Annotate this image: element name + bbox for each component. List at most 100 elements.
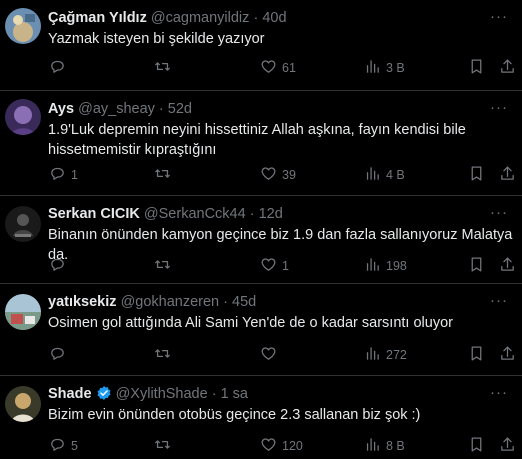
bookmark-button[interactable] — [468, 436, 485, 456]
retweet-button[interactable] — [154, 165, 176, 185]
like-icon — [260, 256, 277, 276]
tweet-text: 1.9'Luk depremin neyini hissettiniz Alla… — [48, 122, 466, 158]
user-handle[interactable]: @cagmanyildiz — [151, 10, 250, 26]
views-button[interactable]: 3 B — [364, 58, 405, 78]
action-bar: 272 — [48, 345, 522, 365]
reply-icon — [49, 256, 66, 276]
reply-button[interactable]: 5 — [49, 436, 78, 456]
user-handle[interactable]: @XylithShade — [116, 386, 208, 402]
bookmark-button[interactable] — [468, 165, 485, 185]
share-icon — [499, 256, 516, 276]
bookmark-button[interactable] — [468, 58, 485, 78]
retweet-button[interactable] — [154, 436, 176, 456]
tweet-header: Shade @XylithShade · 1 sa — [48, 385, 248, 403]
bookmark-icon — [468, 345, 485, 365]
like-button[interactable]: 61 — [260, 58, 296, 78]
avatar[interactable] — [5, 8, 41, 44]
views-button[interactable]: 4 B — [364, 165, 405, 185]
like-icon — [260, 436, 277, 456]
reply-icon — [49, 436, 66, 456]
tweet[interactable]: Çağman Yıldız @cagmanyildiz · 40d ··· Ya… — [0, 0, 522, 91]
retweet-icon — [154, 165, 171, 185]
bookmark-icon — [468, 165, 485, 185]
more-icon[interactable]: ··· — [490, 292, 508, 309]
share-icon — [499, 345, 516, 365]
more-icon[interactable]: ··· — [490, 99, 508, 116]
share-button[interactable] — [499, 165, 516, 185]
views-button[interactable]: 8 B — [364, 436, 405, 456]
views-count: 8 B — [386, 439, 405, 453]
reply-button[interactable] — [49, 256, 71, 276]
reply-icon — [49, 58, 66, 78]
timestamp[interactable]: 40d — [262, 10, 286, 26]
like-button[interactable] — [260, 345, 282, 365]
tweet[interactable]: Shade @XylithShade · 1 sa ··· Bizim evin… — [0, 376, 522, 459]
share-icon — [499, 58, 516, 78]
verified-icon — [96, 385, 112, 401]
share-button[interactable] — [499, 345, 516, 365]
views-count: 4 B — [386, 168, 405, 182]
user-handle[interactable]: @ay_sheay — [78, 101, 155, 117]
like-button[interactable]: 1 — [260, 256, 289, 276]
avatar[interactable] — [5, 206, 41, 242]
more-icon[interactable]: ··· — [490, 204, 508, 221]
separator-dot: · — [158, 101, 164, 117]
display-name[interactable]: yatıksekiz — [48, 294, 117, 310]
reply-button[interactable] — [49, 345, 71, 365]
tweet[interactable]: Ays @ay_sheay · 52d ··· 1.9'Luk depremin… — [0, 91, 522, 196]
more-icon[interactable]: ··· — [490, 384, 508, 401]
retweet-button[interactable] — [154, 58, 176, 78]
timestamp[interactable]: 1 sa — [221, 386, 248, 402]
views-icon — [364, 436, 381, 456]
like-icon — [260, 345, 277, 365]
more-icon[interactable]: ··· — [490, 8, 508, 25]
tweet[interactable]: yatıksekiz @gokhanzeren · 45d ··· Osimen… — [0, 284, 522, 376]
views-icon — [364, 58, 381, 78]
bookmark-button[interactable] — [468, 345, 485, 365]
user-handle[interactable]: @gokhanzeren — [121, 294, 220, 310]
share-button[interactable] — [499, 436, 516, 456]
bookmark-icon — [468, 436, 485, 456]
retweet-icon — [154, 436, 171, 456]
display-name[interactable]: Ays — [48, 101, 74, 117]
like-count: 61 — [282, 61, 296, 75]
retweet-icon — [154, 345, 171, 365]
like-icon — [260, 165, 277, 185]
timestamp[interactable]: 52d — [168, 101, 192, 117]
views-button[interactable]: 198 — [364, 256, 407, 276]
display-name[interactable]: Çağman Yıldız — [48, 10, 147, 26]
timestamp[interactable]: 12d — [259, 206, 283, 222]
bookmark-button[interactable] — [468, 256, 485, 276]
bookmark-icon — [468, 58, 485, 78]
share-button[interactable] — [499, 58, 516, 78]
avatar[interactable] — [5, 99, 41, 135]
retweet-button[interactable] — [154, 256, 176, 276]
views-count: 198 — [386, 259, 407, 273]
share-icon — [499, 165, 516, 185]
views-button[interactable]: 272 — [364, 345, 407, 365]
timestamp[interactable]: 45d — [232, 294, 256, 310]
retweet-button[interactable] — [154, 345, 176, 365]
reply-count: 5 — [71, 439, 78, 453]
tweet-header: yatıksekiz @gokhanzeren · 45d — [48, 293, 256, 311]
tweet-header: Çağman Yıldız @cagmanyildiz · 40d — [48, 9, 287, 27]
retweet-icon — [154, 256, 171, 276]
avatar[interactable] — [5, 386, 41, 422]
separator-dot: · — [211, 386, 217, 402]
tweet-text: Osimen gol attığında Ali Sami Yen'de de … — [48, 315, 453, 331]
tweet[interactable]: Serkan CICIK @SerkanCck44 · 12d ··· Bina… — [0, 196, 522, 284]
views-icon — [364, 165, 381, 185]
display-name[interactable]: Serkan CICIK — [48, 206, 140, 222]
avatar[interactable] — [5, 294, 41, 330]
separator-dot: · — [223, 294, 228, 310]
reply-button[interactable] — [49, 58, 71, 78]
display-name[interactable]: Shade — [48, 386, 92, 402]
like-button[interactable]: 120 — [260, 436, 303, 456]
views-icon — [364, 256, 381, 276]
reply-button[interactable]: 1 — [49, 165, 78, 185]
user-handle[interactable]: @SerkanCck44 — [144, 206, 246, 222]
share-button[interactable] — [499, 256, 516, 276]
like-button[interactable]: 39 — [260, 165, 296, 185]
reply-icon — [49, 345, 66, 365]
reply-icon — [49, 165, 66, 185]
